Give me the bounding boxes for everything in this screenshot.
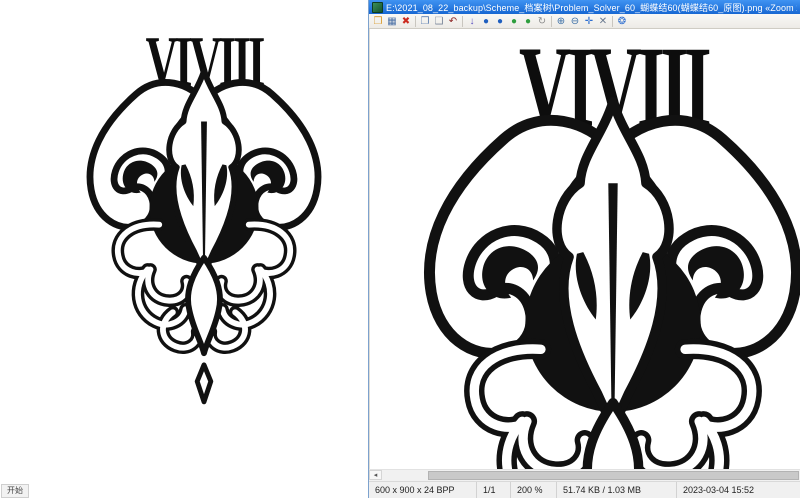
screen: 开始 E:\2021_08_22_backup\Scheme_档案树\Probl…: [0, 0, 800, 498]
fit-window-button[interactable]: ✛: [582, 15, 596, 28]
resize-button[interactable]: ✕: [596, 15, 610, 28]
nav-last-button[interactable]: ●: [521, 15, 535, 28]
nav-next-button[interactable]: ●: [507, 15, 521, 28]
image-canvas[interactable]: [369, 29, 800, 469]
status-dimensions: 600 x 900 x 24 BPP: [369, 482, 477, 498]
scrollbar-thumb[interactable]: [428, 471, 799, 480]
undo-button[interactable]: ↶: [446, 15, 460, 28]
nav-prev-button[interactable]: ●: [493, 15, 507, 28]
save-button[interactable]: ▦: [385, 15, 399, 28]
window-title: E:\2021_08_22_backup\Scheme_档案树\Problem_…: [386, 1, 797, 14]
zoom-in-button[interactable]: ⊕: [554, 15, 568, 28]
status-filesize: 51.74 KB / 1.03 MB: [557, 482, 677, 498]
status-timestamp: 2023-03-04 15:52: [677, 482, 762, 498]
start-button[interactable]: 开始: [1, 484, 29, 498]
slideshow-button[interactable]: ↻: [535, 15, 549, 28]
toolbar-separator: [551, 16, 552, 27]
toolbar-separator: [462, 16, 463, 27]
toolbar: ❒▦✖❐❑↶↓●●●●↻⊕⊖✛✕❂: [369, 14, 800, 29]
copy-button[interactable]: ❐: [418, 15, 432, 28]
image-viewer-window: E:\2021_08_22_backup\Scheme_档案树\Problem_…: [368, 0, 800, 498]
artwork-zoomed[interactable]: [378, 29, 800, 469]
nav-first-button[interactable]: ●: [479, 15, 493, 28]
window-titlebar[interactable]: E:\2021_08_22_backup\Scheme_档案树\Problem_…: [369, 0, 800, 14]
download-arrow-button[interactable]: ↓: [465, 15, 479, 28]
artwork-preview: [58, 18, 350, 408]
about-button[interactable]: ❂: [615, 15, 629, 28]
statusbar: 600 x 900 x 24 BPP 1/1 200 % 51.74 KB / …: [369, 481, 800, 498]
status-zoom: 200 %: [511, 482, 557, 498]
paste-button[interactable]: ❑: [432, 15, 446, 28]
status-index: 1/1: [477, 482, 511, 498]
delete-button[interactable]: ✖: [399, 15, 413, 28]
open-button[interactable]: ❒: [371, 15, 385, 28]
app-icon: [372, 2, 383, 13]
horizontal-scrollbar[interactable]: ◂: [369, 469, 800, 481]
toolbar-separator: [415, 16, 416, 27]
toolbar-separator: [612, 16, 613, 27]
zoom-out-button[interactable]: ⊖: [568, 15, 582, 28]
scroll-left-arrow-icon[interactable]: ◂: [369, 470, 382, 480]
